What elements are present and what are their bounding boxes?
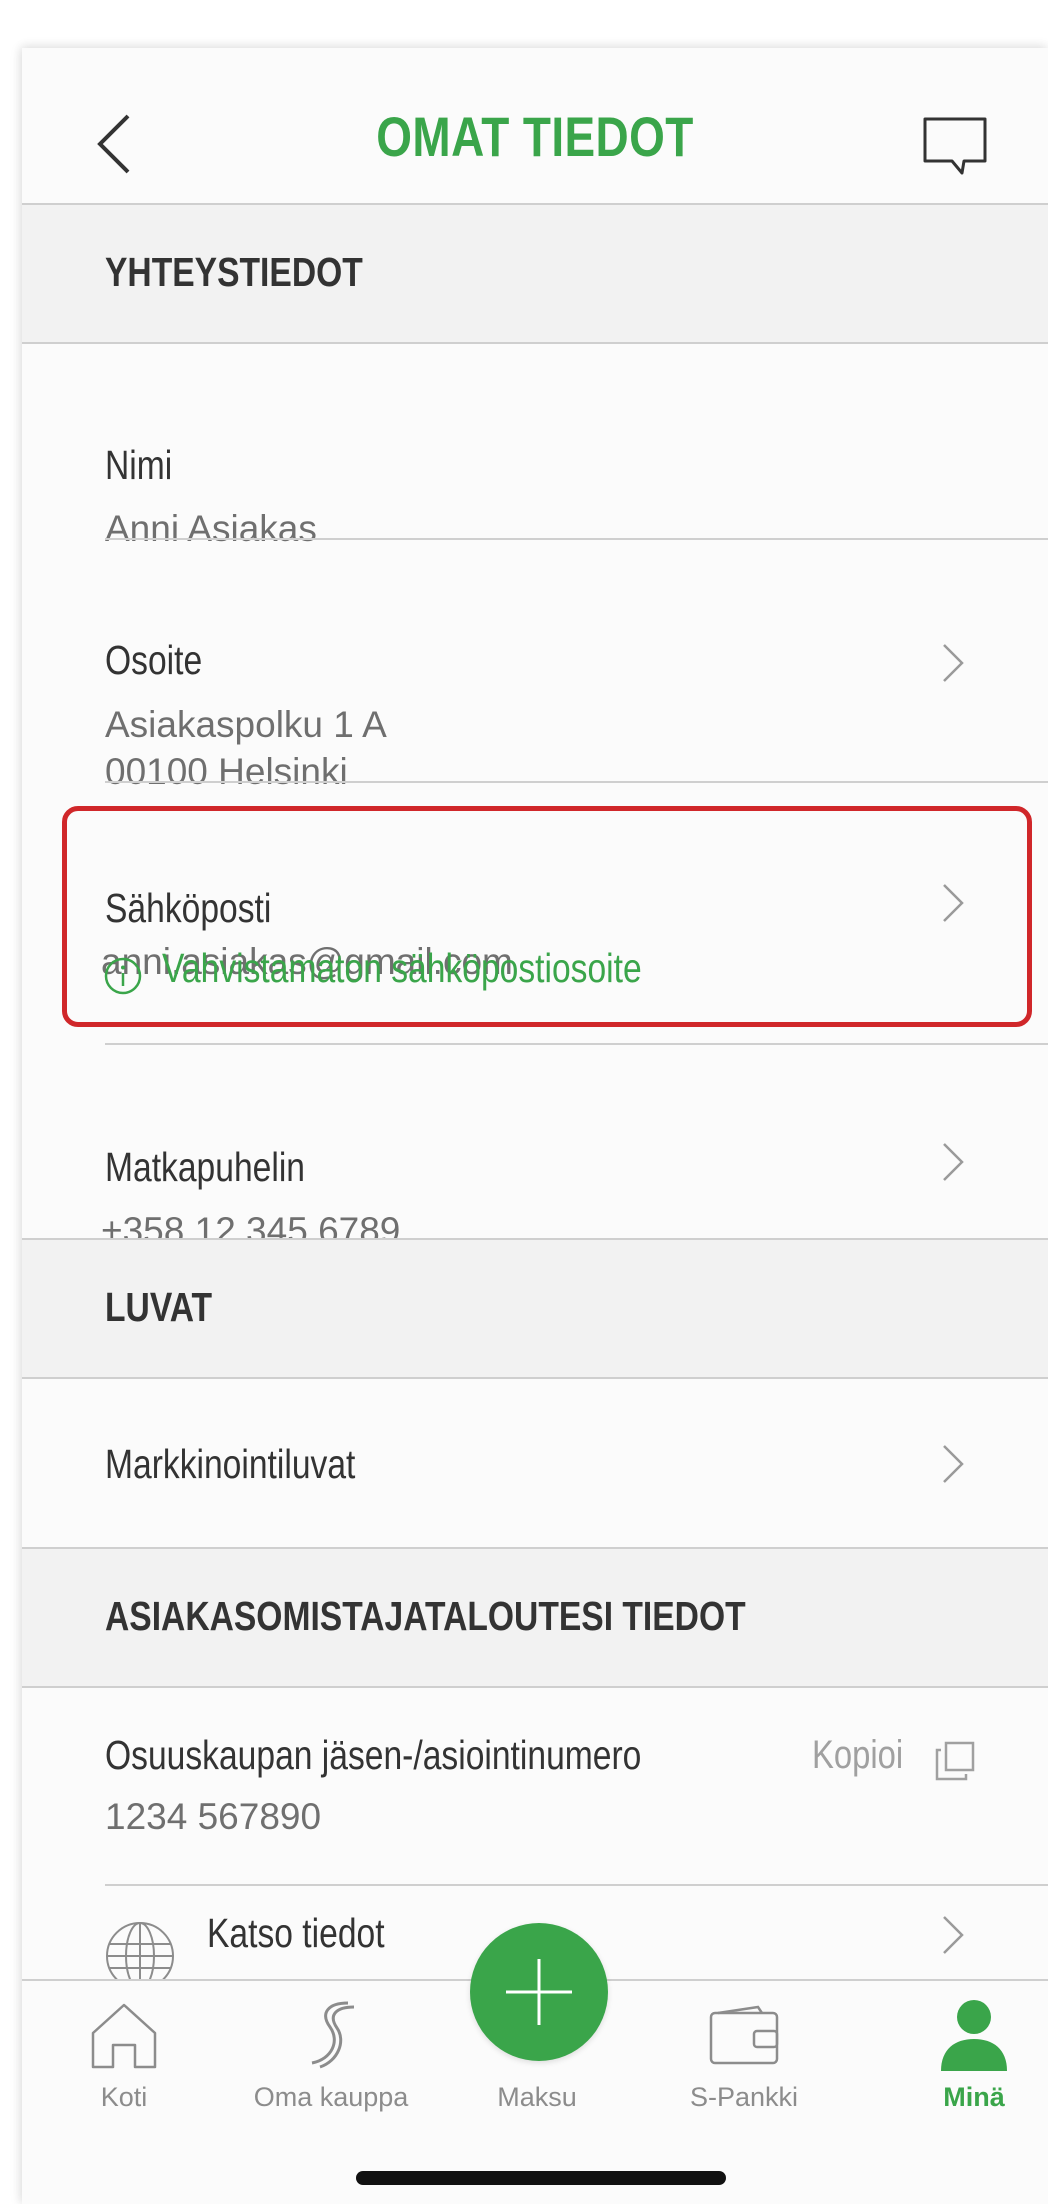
address-label: Osoite bbox=[105, 637, 203, 683]
chat-bubble-icon bbox=[923, 117, 987, 175]
section-title-permissions: LUVAT bbox=[105, 1284, 213, 1330]
tab-koti[interactable]: Koti bbox=[34, 1981, 214, 2112]
copy-icon[interactable] bbox=[934, 1740, 976, 1782]
profile-screen: OMAT TIEDOT YHTEYSTIEDOT Nimi Anni Asiak… bbox=[22, 48, 1048, 2204]
tab-label: Oma kauppa bbox=[253, 2082, 409, 2112]
wallet-icon bbox=[709, 2005, 779, 2065]
tab-mina[interactable]: Minä bbox=[884, 1981, 1048, 2112]
tab-label: Koti bbox=[100, 2082, 148, 2112]
highlight-box bbox=[62, 806, 1032, 1027]
section-contact: YHTEYSTIEDOT bbox=[22, 205, 1048, 344]
chat-button[interactable] bbox=[922, 116, 988, 176]
home-indicator[interactable] bbox=[356, 2171, 726, 2185]
copy-button[interactable]: Kopioi bbox=[812, 1733, 903, 1778]
tab-label: Maksu bbox=[497, 2082, 577, 2112]
tab-label: Minä bbox=[943, 2082, 1005, 2112]
chevron-right-icon bbox=[943, 1143, 964, 1181]
phone-row[interactable]: Matkapuhelin +358 12 345 6789 bbox=[22, 1045, 1048, 1251]
marketing-permissions-row[interactable]: Markkinointiluvat bbox=[22, 1379, 1048, 1549]
view-details-label: Katso tiedot bbox=[207, 1910, 385, 1956]
pay-button[interactable] bbox=[470, 1923, 608, 2061]
phone-label: Matkapuhelin bbox=[105, 1144, 305, 1190]
globe-icon-clip bbox=[22, 1886, 222, 1979]
chevron-right-icon bbox=[943, 1916, 964, 1954]
tab-oma-kauppa[interactable]: Oma kauppa bbox=[241, 1981, 421, 2112]
page-title: OMAT TIEDOT bbox=[376, 105, 694, 168]
name-label: Nimi bbox=[105, 442, 173, 488]
person-icon bbox=[941, 2000, 1007, 2071]
tab-label: S-Pankki bbox=[689, 2082, 799, 2112]
section-title-contact: YHTEYSTIEDOT bbox=[105, 249, 363, 295]
globe-icon bbox=[106, 1922, 174, 1979]
address-line1: Asiakaspolku 1 A bbox=[105, 704, 387, 745]
member-number-row: Osuuskaupan jäsen-/asiointinumero 1234 5… bbox=[22, 1688, 1048, 1884]
section-permissions: LUVAT bbox=[22, 1240, 1048, 1379]
plus-icon bbox=[506, 1959, 572, 2025]
s-logo-icon bbox=[311, 2001, 355, 2069]
section-household: ASIAKASOMISTAJATALOUTESI TIEDOT bbox=[22, 1549, 1048, 1688]
section-title-household: ASIAKASOMISTAJATALOUTESI TIEDOT bbox=[105, 1593, 746, 1639]
tab-s-pankki[interactable]: S-Pankki bbox=[654, 1981, 834, 2112]
top-bar: OMAT TIEDOT bbox=[22, 48, 1048, 205]
chevron-right-icon bbox=[943, 1445, 964, 1483]
name-row: Nimi Anni Asiakas bbox=[22, 344, 1048, 549]
member-number-label: Osuuskaupan jäsen-/asiointinumero bbox=[105, 1732, 642, 1778]
home-icon bbox=[91, 2003, 157, 2069]
chevron-right-icon bbox=[943, 644, 964, 682]
member-number-value: 1234 567890 bbox=[105, 1796, 322, 1837]
marketing-permissions-label: Markkinointiluvat bbox=[105, 1441, 356, 1487]
